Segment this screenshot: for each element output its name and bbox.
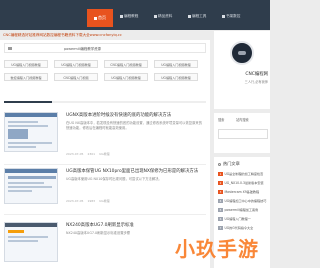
hot-article-title[interactable]: UG的G代码指令大全: [225, 225, 254, 230]
hot-article-link[interactable]: 4 UG编程加工中心中的编程技巧: [218, 198, 266, 203]
speaker-icon: [8, 47, 12, 50]
rank-badge: 5: [218, 207, 223, 212]
notice-bar: powermill编程教学资源: [4, 43, 206, 53]
hot-article-title[interactable]: UG编程加工中心中的编程技巧: [225, 198, 267, 203]
home-icon: [94, 16, 97, 20]
site-search-tab[interactable]: 站内搜索: [236, 117, 249, 122]
hot-articles-title: 热门文章: [223, 161, 240, 166]
hot-article-title[interactable]: powermill编程加工案例: [225, 207, 259, 212]
article-date: 2023-07-05: [66, 152, 84, 156]
article-thumbnail[interactable]: [4, 112, 58, 152]
doc-icon: [154, 15, 157, 18]
rank-badge: 2: [218, 180, 223, 185]
nav-label: 编程工具: [192, 14, 207, 18]
progress-bar: [4, 100, 206, 104]
profile-name: CNC编程网: [245, 72, 268, 77]
search-tab[interactable]: 搜索: [218, 117, 224, 122]
search-input[interactable]: [218, 129, 268, 139]
article-views: 2301: [87, 152, 96, 156]
tool-icon: [188, 15, 191, 18]
rank-badge: 3: [218, 189, 223, 194]
watermark-text: 小玖手游: [175, 237, 259, 261]
tag-link[interactable]: UG编程入门视频教程: [4, 60, 48, 68]
thumb-line: [8, 142, 52, 144]
thumb-window-bar: [5, 169, 57, 173]
nav-label: 精品资料: [158, 14, 173, 18]
nav-cnc-shelf[interactable]: 书架数控: [222, 14, 240, 19]
article-thumbnail[interactable]: [4, 168, 58, 204]
thumb-line: [8, 190, 32, 192]
nav-home[interactable]: 首页: [87, 9, 113, 27]
article-category[interactable]: UG教程: [99, 152, 110, 156]
hot-article-link[interactable]: 3 Mastercam X9基础教程: [218, 189, 259, 194]
avatar[interactable]: [230, 41, 254, 65]
article-meta: 2023-07-05 2301 UG教程: [66, 152, 110, 156]
nav-home-label: 首页: [98, 15, 106, 20]
article-summary: UG高版本使用UG NX10保存时出现问题，可尝试以下方法解决。: [66, 177, 162, 181]
hot-article-link[interactable]: 6 UG编程入门教程一: [218, 216, 251, 221]
article-category[interactable]: UG教程: [99, 199, 110, 203]
rank-badge: 4: [218, 198, 223, 203]
thumb-line: [8, 236, 48, 238]
article-title[interactable]: NX240高版本UG7.0刷新显示标准: [66, 222, 134, 228]
thumb-line: [8, 121, 38, 123]
divider: [4, 164, 206, 165]
tag-link[interactable]: UG编程入门视频教程: [154, 60, 198, 68]
article-item[interactable]: UGNX高版本进阶时候没有快速的底的功能的解决方法 在UG NX高版本中，若发现…: [4, 112, 206, 162]
hot-article-title[interactable]: UG编程入门教程一: [225, 216, 251, 221]
book-icon: [120, 15, 123, 18]
rank-badge: 1: [218, 171, 223, 176]
thumb-line: [8, 186, 52, 188]
clock-icon: [218, 162, 221, 166]
hot-article-link[interactable]: 1 UG是全制程的加工精度检查: [218, 171, 263, 176]
profile-card: CNC编程网 三人行,必有我师: [214, 31, 270, 109]
thumb-panel: [8, 129, 28, 139]
article-date: 2023-07-05: [66, 199, 84, 203]
nav-premium-materials[interactable]: 精品资料: [154, 14, 172, 19]
article-meta: 2023-07-05 1983 UG教程: [66, 199, 110, 203]
hot-article-link[interactable]: 7 UG的G代码指令大全: [218, 225, 253, 230]
thumb-toolbar: [8, 176, 56, 179]
article-item[interactable]: UG高版本保管UG NX10pro里面已出现NX保修为已形是的解决方法 UG高版…: [4, 168, 206, 212]
thumb-line: [8, 182, 44, 184]
hot-article-title[interactable]: Mastercam X9基础教程: [225, 189, 260, 194]
tag-link[interactable]: UG编程入门视频教程: [154, 73, 198, 81]
article-summary: 在UG NX高版本中，若发现没有快速的底的功能设置，通过修改系统环境变量可以恢复…: [66, 121, 203, 130]
tag-link[interactable]: UG编程入门视频教程: [54, 60, 98, 68]
nav-label: 书架数控: [226, 14, 241, 18]
article-views: 1983: [87, 199, 96, 203]
nav-programming-tutorials[interactable]: 编程教程: [120, 14, 138, 19]
hot-articles-heading: 热门文章: [218, 161, 240, 167]
hot-article-link[interactable]: 5 powermill编程加工案例: [218, 207, 258, 212]
site-banner-link[interactable]: CNC编程精选好站推荐网站数控编程书籍资料下载大全www.cncfanyiq.c…: [0, 31, 210, 39]
hot-article-title[interactable]: UG是全制程的加工精度检查: [225, 171, 264, 176]
rank-badge: 7: [218, 225, 223, 230]
notice-text[interactable]: powermill编程教学资源: [64, 46, 101, 51]
article-thumbnail[interactable]: [4, 222, 58, 262]
tag-link[interactable]: 数控编程入门视频教程: [4, 73, 48, 81]
tag-link[interactable]: CNC编程入门视频教程: [104, 60, 148, 68]
shelf-icon: [222, 15, 225, 18]
search-widget: 搜索 站内搜索: [214, 113, 270, 153]
article-title[interactable]: UG高版本保管UG NX10pro里面已出现NX保修为已形是的解决方法: [66, 168, 198, 174]
nav-label: 编程教程: [124, 14, 139, 18]
nav-programming-tools[interactable]: 编程工具: [188, 14, 206, 19]
thumb-line: [8, 240, 38, 242]
thumb-window-bar: [5, 223, 57, 227]
thumb-highlight: [8, 230, 24, 233]
hot-article-link[interactable]: 2 UG_NX10.0.3最新版本安装: [218, 180, 264, 185]
thumb-window-bar: [5, 113, 57, 117]
progress-fill: [4, 101, 53, 103]
tag-link[interactable]: UG编程入门视频教程: [104, 73, 148, 81]
divider: [4, 214, 206, 215]
rank-badge: 6: [218, 216, 223, 221]
profile-description: 三人行,必有我师: [244, 80, 268, 84]
thumb-line: [8, 146, 36, 148]
article-title[interactable]: UGNX高版本进阶时候没有快速的底的功能的解决方法: [66, 112, 171, 118]
thumb-line: [8, 125, 48, 127]
top-navigation-bar: 首页 编程教程 精品资料 编程工具 书架数控: [0, 0, 270, 30]
tag-link[interactable]: CNC编程入门视频: [54, 73, 98, 81]
hot-article-title[interactable]: UG_NX10.0.3最新版本安装: [225, 180, 264, 185]
